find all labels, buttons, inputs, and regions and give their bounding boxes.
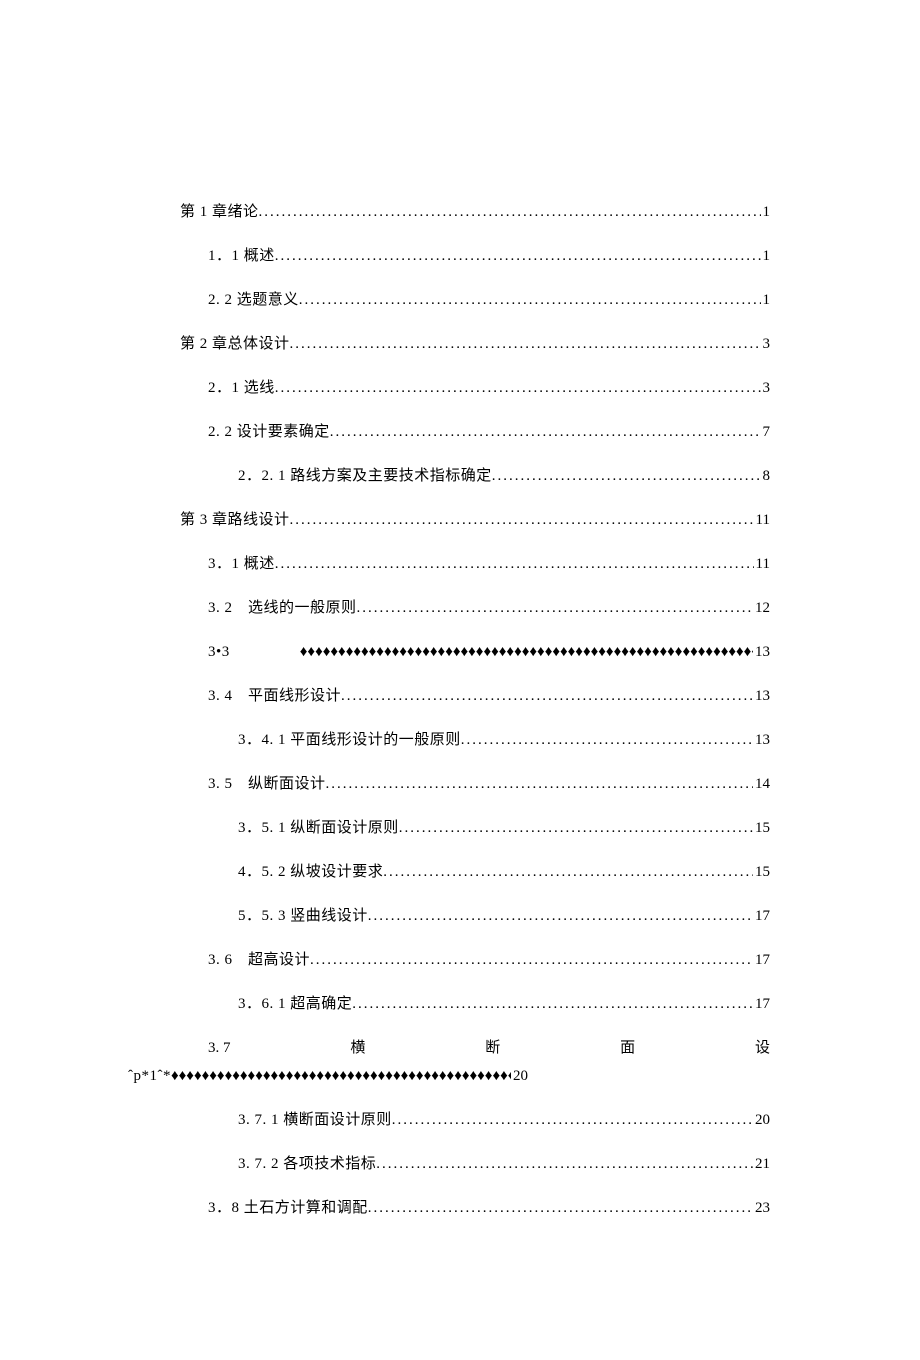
- toc-page-number: 17: [753, 992, 770, 1016]
- toc-page-number: 17: [753, 948, 770, 972]
- toc-page-number: 20: [753, 1108, 770, 1132]
- toc-page-number: 12: [753, 596, 770, 620]
- toc-leader: [352, 992, 753, 1016]
- toc-page-number: 21: [753, 1152, 770, 1176]
- toc-page-number: 7: [761, 420, 771, 444]
- toc-entry-3-7-line2: ˆp*1ˆ* 20: [128, 1064, 770, 1088]
- toc-entry-label: 4．5. 2 纵坡设计要求: [238, 860, 383, 884]
- toc-leader: [368, 904, 753, 928]
- toc-entry: 1．1 概述 1: [208, 244, 770, 268]
- toc-leader: [330, 420, 761, 444]
- toc-entry-3-7-line1: 3. 7 横 断 面 设: [208, 1036, 770, 1060]
- toc-page-number: 1: [761, 244, 771, 268]
- toc-leader: [461, 728, 753, 752]
- toc-page-number: 8: [761, 464, 771, 488]
- toc-entry: 3•3 13: [208, 640, 770, 664]
- toc-page-number: 13: [753, 640, 770, 664]
- toc-entry: 5．5. 3 竖曲线设计 17: [238, 904, 770, 928]
- toc-entry-char: 横: [350, 1036, 365, 1060]
- toc-entry-label: 第 3 章路线设计: [180, 508, 290, 532]
- toc-leader: [171, 1064, 511, 1088]
- toc-entry: 3．5. 1 纵断面设计原则 15: [238, 816, 770, 840]
- toc-entry: 第 2 章总体设计 3: [180, 332, 770, 356]
- toc-leader: [275, 376, 761, 400]
- toc-entry-char: 面: [620, 1036, 635, 1060]
- toc-entry-label: 5．5. 3 竖曲线设计: [238, 904, 368, 928]
- toc-entry: 3. 7. 2 各项技术指标 21: [238, 1152, 770, 1176]
- toc-entry: 3．1 概述 11: [208, 552, 770, 576]
- toc-page-number: 11: [754, 552, 770, 576]
- toc-entry-label: 2．1 选线: [208, 376, 275, 400]
- toc-entry-label: 第 1 章绪论: [180, 200, 259, 224]
- toc-leader: [357, 596, 753, 620]
- toc-entry-label: 3. 7. 1 横断面设计原则: [238, 1108, 392, 1132]
- toc-page-number: 14: [753, 772, 770, 796]
- toc-entry: 2．2. 1 路线方案及主要技术指标确定 8: [238, 464, 770, 488]
- toc-entry: 第 3 章路线设计 11: [180, 508, 770, 532]
- toc-entry: 2. 2 选题意义 1: [208, 288, 770, 312]
- toc-leader: [290, 508, 754, 532]
- toc-entry: 3. 2 选线的一般原则 12: [208, 596, 770, 620]
- toc-page: 第 1 章绪论11．1 概述12. 2 选题意义1第 2 章总体设计32．1 选…: [0, 0, 920, 1360]
- toc-entry: 2. 2 设计要素确定 7: [208, 420, 770, 444]
- toc-leader: [275, 552, 754, 576]
- toc-entry: 3. 6 超高设计 17: [208, 948, 770, 972]
- toc-page-number: 3: [761, 332, 771, 356]
- toc-leader: [399, 816, 753, 840]
- toc-leader: [275, 244, 761, 268]
- toc-entry: 2．1 选线 3: [208, 376, 770, 400]
- toc-page-number: 13: [753, 684, 770, 708]
- toc-entry: 3．6. 1 超高确定 17: [238, 992, 770, 1016]
- toc-leader: [259, 200, 761, 224]
- toc-page-number: 11: [754, 508, 770, 532]
- toc-leader: [376, 1152, 753, 1176]
- toc-entry-label: 2. 2 设计要素确定: [208, 420, 330, 444]
- toc-entry-label: 3. 2 选线的一般原则: [208, 596, 357, 620]
- toc-page-number: 13: [753, 728, 770, 752]
- toc-page-number: 15: [753, 816, 770, 840]
- toc-page-number: 3: [761, 376, 771, 400]
- toc-entry-label: 2. 2 选题意义: [208, 288, 299, 312]
- toc-entry-label: 3. 7. 2 各项技术指标: [238, 1152, 376, 1176]
- toc-entry-label: 3．5. 1 纵断面设计原则: [238, 816, 399, 840]
- toc-entry-label: 3．4. 1 平面线形设计的一般原则: [238, 728, 461, 752]
- toc-entry-label: 1．1 概述: [208, 244, 275, 268]
- toc-entry-label: 3．1 概述: [208, 552, 275, 576]
- toc-page-number: 17: [753, 904, 770, 928]
- toc-entry-label: 3．6. 1 超高确定: [238, 992, 352, 1016]
- toc-leader: [341, 684, 753, 708]
- toc-leader: [368, 1196, 753, 1220]
- toc-leader: [310, 948, 753, 972]
- toc-entry-label: 3．8 土石方计算和调配: [208, 1196, 368, 1220]
- toc-page-number: 1: [761, 288, 771, 312]
- toc-leader: [326, 772, 753, 796]
- toc-entry-char: 断: [485, 1036, 500, 1060]
- toc-entry-label: 3. 4 平面线形设计: [208, 684, 341, 708]
- toc-leader: [392, 1108, 753, 1132]
- toc-entry-label: 2．2. 1 路线方案及主要技术指标确定: [238, 464, 492, 488]
- toc-leader: [290, 332, 761, 356]
- toc-entry-label: 第 2 章总体设计: [180, 332, 290, 356]
- toc-page-number: 23: [753, 1196, 770, 1220]
- toc-entry: 3. 4 平面线形设计 13: [208, 684, 770, 708]
- toc-entry: 4．5. 2 纵坡设计要求 15: [238, 860, 770, 884]
- toc-page-number: 15: [753, 860, 770, 884]
- toc-leader: [300, 640, 753, 664]
- toc-entry: 3. 5 纵断面设计 14: [208, 772, 770, 796]
- toc-entry-char: 设: [755, 1036, 770, 1060]
- toc-entry: 3. 7. 1 横断面设计原则 20: [238, 1108, 770, 1132]
- toc-entry-num: 3. 7: [208, 1036, 231, 1060]
- toc-entry-label: 3•3: [208, 640, 230, 664]
- toc-leader: [383, 860, 753, 884]
- toc-page-number: 1: [761, 200, 771, 224]
- toc-entry: 第 1 章绪论 1: [180, 200, 770, 224]
- toc-entry-label: 3. 5 纵断面设计: [208, 772, 326, 796]
- toc-entry-hang-prefix: ˆp*1ˆ*: [128, 1064, 171, 1088]
- toc-leader: [299, 288, 761, 312]
- toc-entry: 3．4. 1 平面线形设计的一般原则 13: [238, 728, 770, 752]
- toc-entry: 3．8 土石方计算和调配 23: [208, 1196, 770, 1220]
- toc-entry-label: 3. 6 超高设计: [208, 948, 310, 972]
- toc-leader: [492, 464, 761, 488]
- toc-page-number: 20: [511, 1064, 528, 1088]
